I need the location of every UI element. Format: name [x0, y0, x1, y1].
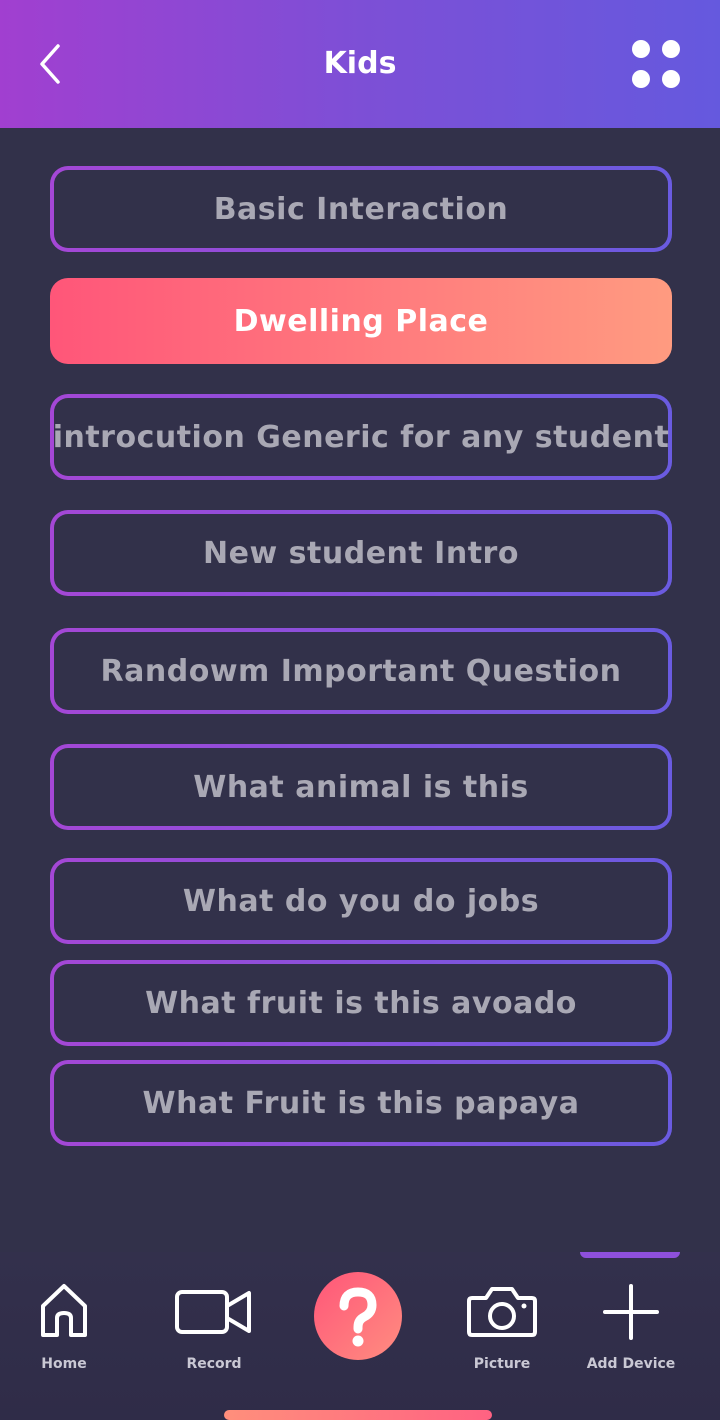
list-item-random-important-question[interactable]: Randowm Important Question	[50, 628, 672, 714]
nav-label-record: Record	[186, 1356, 242, 1372]
camera-icon	[467, 1287, 537, 1337]
list-item-label: Dwelling Place	[233, 303, 489, 339]
list-item-what-fruit-avoado[interactable]: What fruit is this avoado	[50, 960, 672, 1046]
chevron-left-icon	[40, 44, 60, 84]
list-item-label: introcution Generic for any student	[52, 419, 670, 455]
app-screen: Kids Basic Interaction Dwelling Place in…	[0, 0, 720, 1420]
header-bar: Kids	[0, 0, 720, 128]
nav-item-picture[interactable]: Picture	[442, 1280, 562, 1380]
video-camera-icon	[175, 1290, 251, 1334]
question-icon	[339, 1287, 377, 1347]
home-indicator	[224, 1410, 492, 1420]
nav-label-home: Home	[41, 1356, 87, 1372]
help-button[interactable]	[314, 1272, 402, 1360]
list-item-label: What animal is this	[193, 769, 529, 805]
grid-menu-button[interactable]	[628, 38, 684, 92]
nav-label-picture: Picture	[473, 1356, 531, 1372]
nav-label-add-device: Add Device	[586, 1356, 676, 1372]
list-item-what-jobs[interactable]: What do you do jobs	[50, 858, 672, 944]
list-item-label: What Fruit is this papaya	[142, 1085, 580, 1121]
list-item-label: Basic Interaction	[213, 191, 509, 227]
nav-item-home[interactable]: Home	[4, 1280, 124, 1380]
list-item-dwelling-place[interactable]: Dwelling Place	[50, 278, 672, 364]
nav-item-add-device[interactable]: Add Device	[571, 1280, 691, 1380]
page-title: Kids	[323, 46, 397, 81]
list-item-what-animal[interactable]: What animal is this	[50, 744, 672, 830]
list-item-label: New student Intro	[203, 535, 519, 571]
list-item-basic-interaction[interactable]: Basic Interaction	[50, 166, 672, 252]
list-item-introcution-generic[interactable]: introcution Generic for any student	[50, 394, 672, 480]
nav-active-indicator	[580, 1252, 680, 1258]
plus-icon	[603, 1284, 659, 1340]
back-button[interactable]	[28, 40, 72, 88]
list-item-what-fruit-papaya[interactable]: What Fruit is this papaya	[50, 1060, 672, 1146]
list-item-new-student-intro[interactable]: New student Intro	[50, 510, 672, 596]
list-item-label: What fruit is this avoado	[145, 985, 577, 1021]
list-item-label: Randowm Important Question	[100, 653, 622, 689]
home-icon	[41, 1284, 87, 1337]
list-item-label: What do you do jobs	[182, 883, 540, 919]
nav-item-record[interactable]: Record	[154, 1280, 274, 1380]
